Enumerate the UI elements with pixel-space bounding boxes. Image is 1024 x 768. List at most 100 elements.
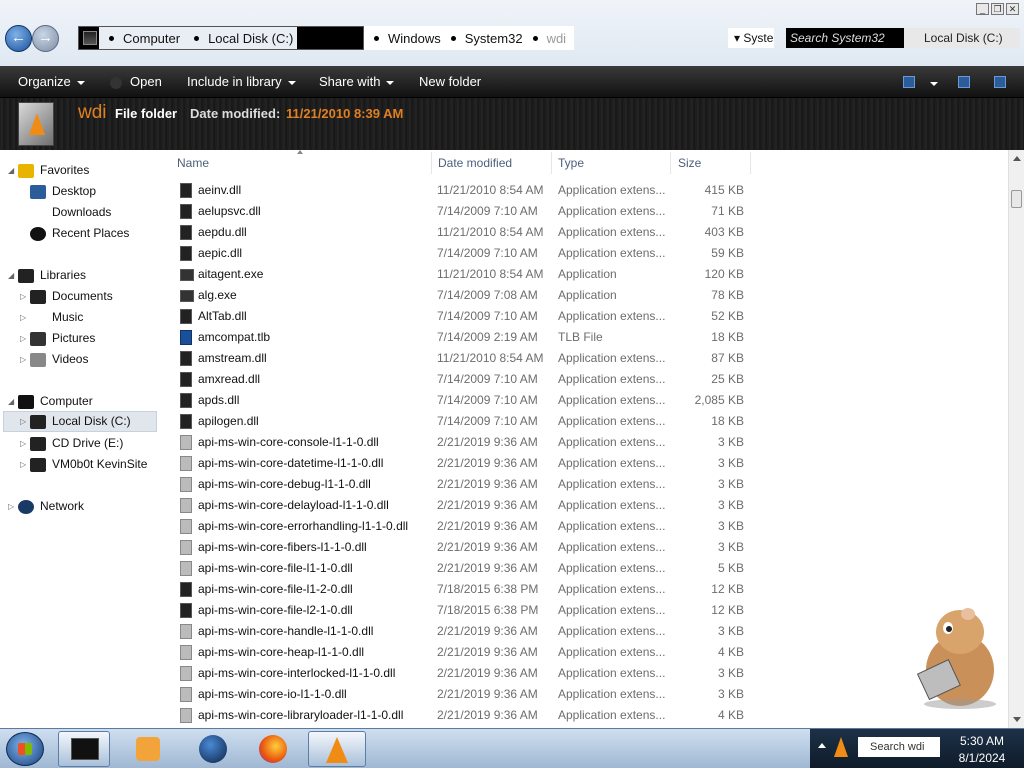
column-header-date-modified[interactable]: Date modified: [438, 156, 512, 170]
column-header-name[interactable]: Name: [177, 156, 209, 170]
minimize-icon[interactable]: _: [976, 3, 989, 15]
share-with-button[interactable]: Share with: [319, 74, 395, 89]
file-row[interactable]: aelupsvc.dll 7/14/2009 7:10 AM Application…: [172, 201, 1008, 222]
address-bar-continued[interactable]: Windows System32 wdi: [364, 26, 574, 50]
file-row[interactable]: AltTab.dll 7/14/2009 7:10 AM Application e…: [172, 306, 1008, 327]
column-header-type[interactable]: Type: [558, 156, 584, 170]
expand-icon[interactable]: ◢: [8, 391, 18, 412]
breadcrumb-system32[interactable]: System32: [441, 27, 523, 49]
breadcrumb-computer[interactable]: Computer: [99, 27, 185, 49]
clock-date[interactable]: 8/1/2024: [948, 751, 1016, 765]
nav-favorites[interactable]: ◢ Favorites: [8, 160, 89, 181]
file-row[interactable]: api-ms-win-core-file-l1-2-0.dll 7/18/2015…: [172, 579, 1008, 600]
column-header-size[interactable]: Size: [678, 156, 701, 170]
scrollbar-thumb[interactable]: [1011, 190, 1022, 208]
nav-desktop[interactable]: Desktop: [30, 181, 96, 202]
file-row[interactable]: amstream.dll 11/21/2010 8:54 AM Applicatio…: [172, 348, 1008, 369]
file-row[interactable]: aepdu.dll 11/21/2010 8:54 AM Application e…: [172, 222, 1008, 243]
expand-icon[interactable]: ▷: [20, 454, 30, 475]
expand-icon[interactable]: ▷: [20, 433, 30, 454]
file-row[interactable]: api-ms-win-core-datetime-l1-1-0.dll 2/21/…: [172, 453, 1008, 474]
breadcrumb-wdi[interactable]: wdi: [523, 27, 566, 49]
taskbar-explorer[interactable]: [58, 731, 110, 767]
new-folder-button[interactable]: New folder: [419, 74, 481, 89]
file-row[interactable]: api-ms-win-core-libraryloader-l1-1-0.dll…: [172, 705, 1008, 726]
nav-pictures[interactable]: ▷ Pictures: [20, 328, 95, 349]
clock-time[interactable]: 5:30 AM: [948, 734, 1016, 748]
nav-cd-drive[interactable]: ▷ CD Drive (E:): [20, 433, 123, 454]
file-row[interactable]: amcompat.tlb 7/14/2009 2:19 AM TLB File 18 …: [172, 327, 1008, 348]
nav-videos[interactable]: ▷ Videos: [20, 349, 88, 370]
nav-music[interactable]: ▷ Music: [20, 307, 83, 328]
column-divider[interactable]: [750, 152, 751, 174]
vlc-tray-icon[interactable]: [834, 737, 848, 757]
file-row[interactable]: api-ms-win-core-io-l1-1-0.dll 2/21/2019 9…: [172, 684, 1008, 705]
expand-icon[interactable]: ◢: [8, 265, 18, 286]
breadcrumb-windows[interactable]: Windows: [364, 27, 441, 49]
address-dropdown[interactable]: ▾ Syste: [728, 28, 774, 48]
tray-search-input[interactable]: Search wdi: [858, 737, 940, 757]
file-row[interactable]: amxread.dll 7/14/2009 7:10 AM Application …: [172, 369, 1008, 390]
file-row[interactable]: api-ms-win-core-file-l2-1-0.dll 7/18/2015…: [172, 600, 1008, 621]
file-type: Application extens...: [558, 498, 666, 512]
change-view-icon[interactable]: [903, 76, 915, 88]
maximize-icon[interactable]: ❐: [991, 3, 1004, 15]
taskbar-globe[interactable]: [186, 731, 238, 767]
nav-network[interactable]: ▷ Network: [8, 496, 84, 517]
view-dropdown-button[interactable]: [924, 75, 938, 90]
nav-recent-places[interactable]: Recent Places: [30, 223, 129, 244]
include-in-library-button[interactable]: Include in library: [187, 74, 296, 89]
open-button[interactable]: Open: [110, 74, 162, 89]
nav-libraries[interactable]: ◢ Libraries: [8, 265, 86, 286]
expand-icon[interactable]: ▷: [20, 286, 30, 307]
nav-local-disk[interactable]: ▷ Local Disk (C:): [3, 411, 157, 432]
nav-documents[interactable]: ▷ Documents: [20, 286, 113, 307]
file-row[interactable]: api-ms-win-core-debug-l1-1-0.dll 2/21/201…: [172, 474, 1008, 495]
start-button[interactable]: [6, 732, 44, 766]
column-divider[interactable]: [551, 152, 552, 174]
scroll-down-icon[interactable]: [1013, 717, 1021, 722]
file-row[interactable]: api-ms-win-core-console-l1-1-0.dll 2/21/2…: [172, 432, 1008, 453]
taskbar-firefox[interactable]: [246, 731, 298, 767]
file-row[interactable]: api-ms-win-core-heap-l1-1-0.dll 2/21/2019…: [172, 642, 1008, 663]
nav-computer[interactable]: ◢ Computer: [8, 391, 93, 412]
file-row[interactable]: api-ms-win-core-file-l1-1-0.dll 2/21/2019…: [172, 558, 1008, 579]
file-row[interactable]: api-ms-win-core-interlocked-l1-1-0.dll 2/…: [172, 663, 1008, 684]
file-row[interactable]: apds.dll 7/14/2009 7:10 AM Application ext…: [172, 390, 1008, 411]
file-row[interactable]: api-ms-win-core-fibers-l1-1-0.dll 2/21/20…: [172, 537, 1008, 558]
expand-icon[interactable]: ▷: [20, 328, 30, 349]
search-input[interactable]: Search System32 Local Disk (C:): [786, 28, 1020, 48]
file-row[interactable]: apilogen.dll 7/14/2009 7:10 AM Application…: [172, 411, 1008, 432]
expand-icon[interactable]: ◢: [8, 160, 18, 181]
file-row[interactable]: aitagent.exe 11/21/2010 8:54 AM Applicatio…: [172, 264, 1008, 285]
file-row[interactable]: alg.exe 7/14/2009 7:08 AM Application 78 KB: [172, 285, 1008, 306]
taskbar-vlc[interactable]: [308, 731, 366, 767]
file-row[interactable]: aepic.dll 7/14/2009 7:10 AM Application ex…: [172, 243, 1008, 264]
forward-button[interactable]: →: [32, 25, 59, 52]
nav-vm-share[interactable]: ▷ VM0b0t KevinSite: [20, 454, 147, 475]
file-row[interactable]: aeinv.dll 11/21/2010 8:54 AM Application e…: [172, 180, 1008, 201]
expand-icon[interactable]: ▷: [20, 411, 30, 432]
file-date: 2/21/2019 9:36 AM: [437, 687, 538, 701]
back-button[interactable]: ←: [5, 25, 32, 52]
nav-downloads[interactable]: Downloads: [30, 202, 111, 223]
scroll-up-icon[interactable]: [1013, 156, 1021, 161]
expand-icon[interactable]: ▷: [20, 307, 30, 328]
help-icon[interactable]: [994, 76, 1006, 88]
preview-pane-icon[interactable]: [958, 76, 970, 88]
taskbar-media-player[interactable]: [122, 731, 174, 767]
address-bar[interactable]: Computer Local Disk (C:): [78, 26, 364, 50]
column-divider[interactable]: [431, 152, 432, 174]
file-row[interactable]: api-ms-win-core-handle-l1-1-0.dll 2/21/20…: [172, 621, 1008, 642]
file-row[interactable]: api-ms-win-core-errorhandling-l1-1-0.dll…: [172, 516, 1008, 537]
close-icon[interactable]: ✕: [1006, 3, 1019, 15]
show-hidden-icons-icon[interactable]: [818, 743, 826, 748]
vertical-scrollbar[interactable]: [1008, 150, 1024, 728]
breadcrumb-local-disk[interactable]: Local Disk (C:): [184, 27, 298, 49]
column-divider[interactable]: [670, 152, 671, 174]
nav-label: Local Disk (C:): [52, 414, 131, 428]
organize-button[interactable]: Organize: [18, 74, 85, 89]
expand-icon[interactable]: ▷: [20, 349, 30, 370]
file-row[interactable]: api-ms-win-core-delayload-l1-1-0.dll 2/21…: [172, 495, 1008, 516]
expand-icon[interactable]: ▷: [8, 496, 18, 517]
